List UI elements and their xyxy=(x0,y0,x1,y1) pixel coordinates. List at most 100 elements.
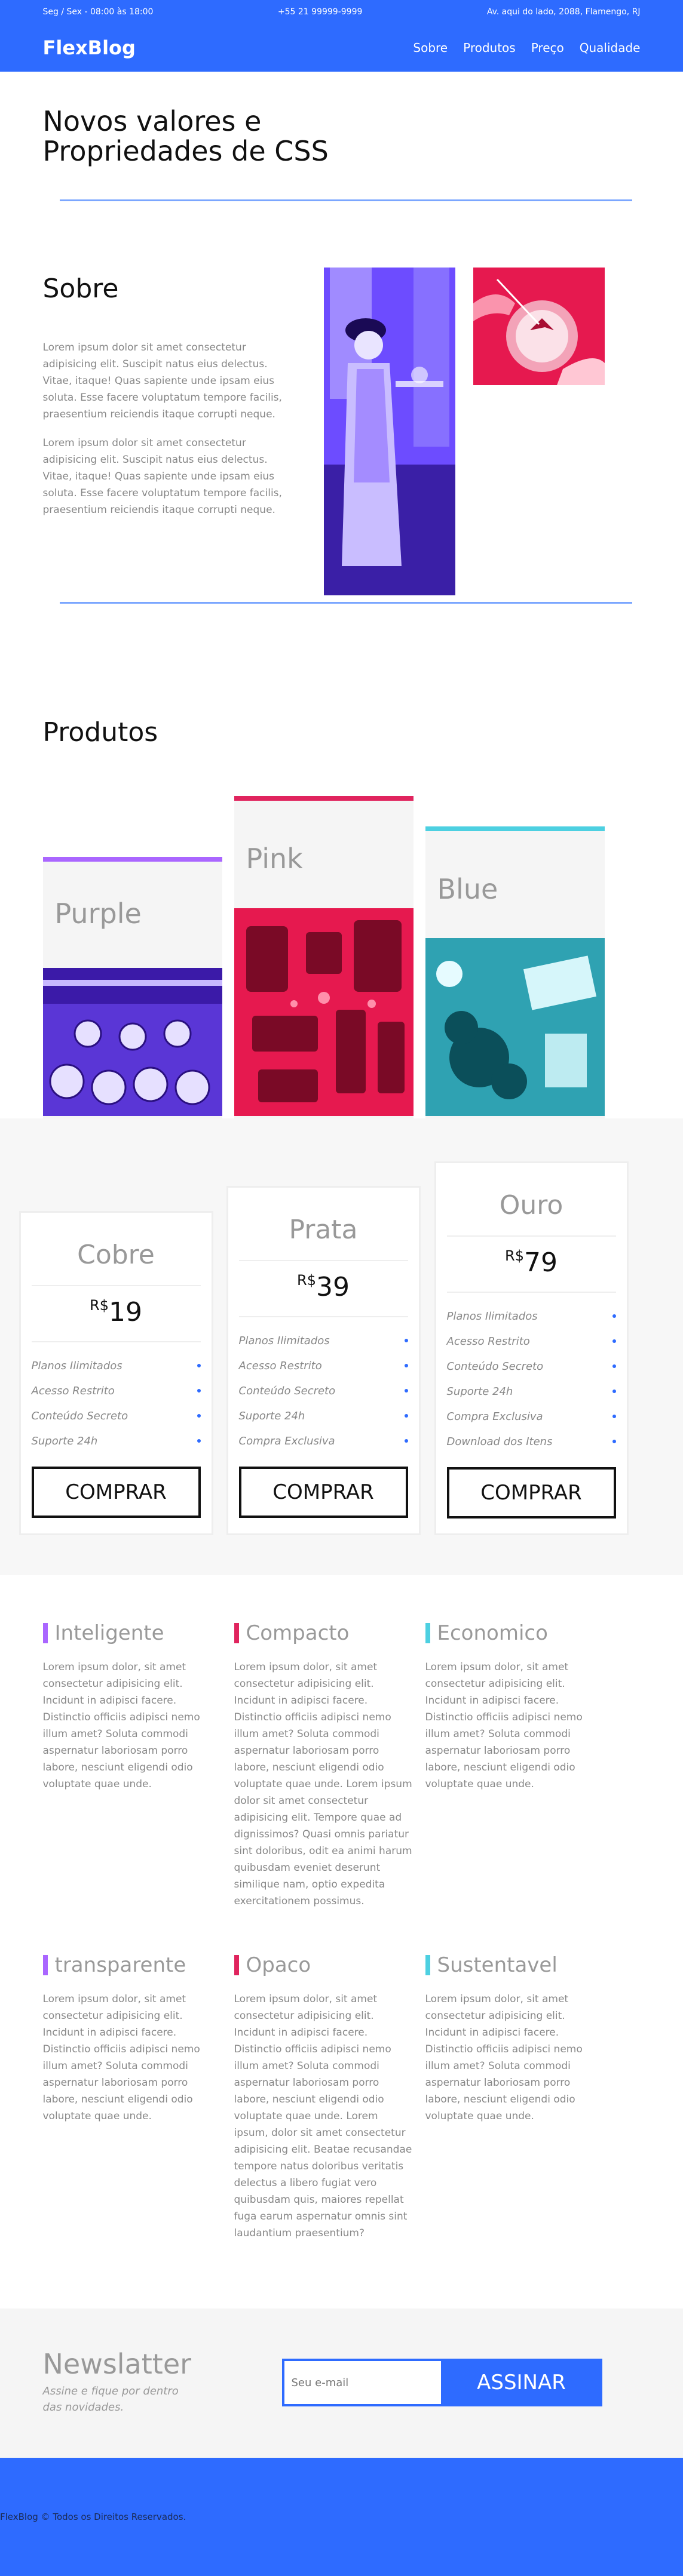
copyright: FlexBlog © Todos os Direitos Reservados. xyxy=(0,2512,186,2522)
buy-button-cobre[interactable]: COMPRAR xyxy=(31,1467,201,1518)
bullet-icon xyxy=(197,1364,201,1367)
list-item: Conteúdo Secreto xyxy=(32,1403,201,1428)
list-item: Download dos Itens xyxy=(447,1429,616,1454)
divider xyxy=(238,1316,408,1317)
plan-price: R$79 xyxy=(447,1247,616,1281)
pricing-section: Cobre R$19 Planos Ilimitados Acesso Rest… xyxy=(0,1118,683,1575)
bullet-icon xyxy=(404,1364,408,1367)
feature-label: Planos Ilimitados xyxy=(31,1359,122,1372)
feature-label: Compra Exclusiva xyxy=(446,1410,543,1423)
plan-features: Planos Ilimitados Acesso Restrito Conteú… xyxy=(239,1328,408,1453)
feature-inteligente: Inteligente Lorem ipsum dolor, sit amet … xyxy=(42,1623,222,1793)
features-section: Inteligente Lorem ipsum dolor, sit amet … xyxy=(0,1575,683,2308)
logo[interactable]: FlexBlog xyxy=(43,36,136,59)
bullet-icon xyxy=(612,1339,616,1343)
bullet-icon xyxy=(612,1415,616,1418)
product-card-pink[interactable]: Pink xyxy=(234,796,414,1118)
feature-title: transparente xyxy=(42,1955,222,1975)
produtos-title: Produtos xyxy=(42,717,158,748)
craft-photo xyxy=(473,268,605,385)
menu-item-produtos[interactable]: Produtos xyxy=(463,41,516,55)
menu-item-qualidade[interactable]: Qualidade xyxy=(580,41,641,55)
business-hours: Seg / Sex - 08:00 às 18:00 xyxy=(42,7,154,17)
feature-label: Acesso Restrito xyxy=(31,1384,115,1397)
newsletter-section: Newslatter Assine e fique por dentro das… xyxy=(0,2308,683,2458)
feature-label: Conteúdo Secreto xyxy=(446,1360,544,1373)
list-item: Conteúdo Secreto xyxy=(239,1378,408,1403)
product-image-blue xyxy=(425,938,605,1118)
feature-title: Compacto xyxy=(234,1623,414,1643)
newsletter-title: Newslatter xyxy=(42,2348,192,2380)
product-name: Pink xyxy=(246,843,303,875)
feature-sustentavel: Sustentavel Lorem ipsum dolor, sit amet … xyxy=(425,1955,605,2125)
sobre-paragraph-1: Lorem ipsum dolor sit amet consectetur a… xyxy=(42,342,282,420)
list-item: Acesso Restrito xyxy=(32,1378,201,1403)
bullet-icon xyxy=(612,1440,616,1443)
feature-text: Lorem ipsum dolor, sit amet consectetur … xyxy=(234,1993,412,2239)
plan-card-prata: Prata R$39 Planos Ilimitados Acesso Rest… xyxy=(226,1186,421,1535)
feature-title: Inteligente xyxy=(42,1623,222,1643)
product-image-purple xyxy=(42,968,222,1118)
feature-opaco: Opaco Lorem ipsum dolor, sit amet consec… xyxy=(234,1955,414,2242)
plan-card-ouro: Ouro R$79 Planos Ilimitados Acesso Restr… xyxy=(434,1161,629,1535)
plan-features: Planos Ilimitados Acesso Restrito Conteú… xyxy=(32,1353,201,1453)
menu-item-preco[interactable]: Preço xyxy=(531,41,564,55)
hero-section: Novos valores e Propriedades de CSS xyxy=(0,72,683,226)
divider xyxy=(31,1285,201,1286)
divider xyxy=(446,1292,616,1293)
list-item: Acesso Restrito xyxy=(447,1329,616,1354)
feature-title: Economico xyxy=(425,1623,605,1643)
main-header: FlexBlog Sobre Produtos Preço Qualidade xyxy=(0,24,683,72)
product-card-purple[interactable]: Purple xyxy=(42,857,222,1118)
list-item: Compra Exclusiva xyxy=(447,1404,616,1429)
bullet-icon xyxy=(197,1439,201,1443)
divider xyxy=(446,1235,616,1237)
plan-name: Ouro xyxy=(499,1190,563,1221)
price-value: 39 xyxy=(316,1272,350,1302)
list-item: Planos Ilimitados xyxy=(447,1304,616,1329)
page-title-line-1: Novos valores e xyxy=(42,105,262,137)
price-value: 19 xyxy=(108,1297,142,1327)
list-item: Suporte 24h xyxy=(447,1379,616,1404)
email-field[interactable] xyxy=(281,2359,443,2406)
feature-transparente: transparente Lorem ipsum dolor, sit amet… xyxy=(42,1955,222,2125)
plan-name: Cobre xyxy=(77,1240,155,1270)
divider xyxy=(60,199,632,201)
price-value: 79 xyxy=(523,1247,558,1278)
buy-button-prata[interactable]: COMPRAR xyxy=(238,1467,408,1518)
product-card-blue[interactable]: Blue xyxy=(425,826,605,1118)
subscribe-button[interactable]: ASSINAR xyxy=(440,2359,602,2406)
product-name: Purple xyxy=(54,897,142,930)
plan-name: Prata xyxy=(289,1215,358,1245)
woman-photo xyxy=(323,268,455,595)
buy-button-ouro[interactable]: COMPRAR xyxy=(446,1467,616,1518)
list-item: Compra Exclusiva xyxy=(239,1428,408,1453)
list-item: Suporte 24h xyxy=(239,1403,408,1428)
page-title-line-2: Propriedades de CSS xyxy=(42,135,329,167)
produtos-section: Produtos Purple Pink Blue xyxy=(0,675,683,1118)
list-item: Planos Ilimitados xyxy=(239,1328,408,1353)
footer: FlexBlog © Todos os Direitos Reservados. xyxy=(0,2458,683,2576)
top-bar: Seg / Sex - 08:00 às 18:00 +55 21 99999-… xyxy=(0,0,683,24)
feature-text: Lorem ipsum dolor, sit amet consectetur … xyxy=(234,1661,412,1907)
feature-label: Conteúdo Secreto xyxy=(238,1384,336,1397)
bullet-icon xyxy=(404,1389,408,1392)
list-item: Suporte 24h xyxy=(32,1428,201,1453)
currency: R$ xyxy=(505,1247,524,1264)
page-title: Novos valores e Propriedades de CSS xyxy=(43,106,329,166)
feature-title: Opaco xyxy=(234,1955,414,1975)
newsletter-subtitle: Assine e fique por dentro das novidades. xyxy=(42,2385,179,2414)
feature-label: Acesso Restrito xyxy=(238,1359,322,1372)
menu-item-sobre[interactable]: Sobre xyxy=(413,41,448,55)
divider xyxy=(60,602,632,604)
main-menu: Sobre Produtos Preço Qualidade xyxy=(413,41,640,55)
feature-label: Suporte 24h xyxy=(238,1409,305,1422)
currency: R$ xyxy=(90,1297,109,1314)
feature-label: Download dos Itens xyxy=(446,1435,553,1448)
feature-label: Conteúdo Secreto xyxy=(31,1409,128,1422)
sobre-title: Sobre xyxy=(42,273,119,304)
feature-label: Acesso Restrito xyxy=(446,1335,530,1348)
list-item: Planos Ilimitados xyxy=(32,1353,201,1378)
product-image-pink xyxy=(234,908,414,1118)
bullet-icon xyxy=(404,1414,408,1418)
